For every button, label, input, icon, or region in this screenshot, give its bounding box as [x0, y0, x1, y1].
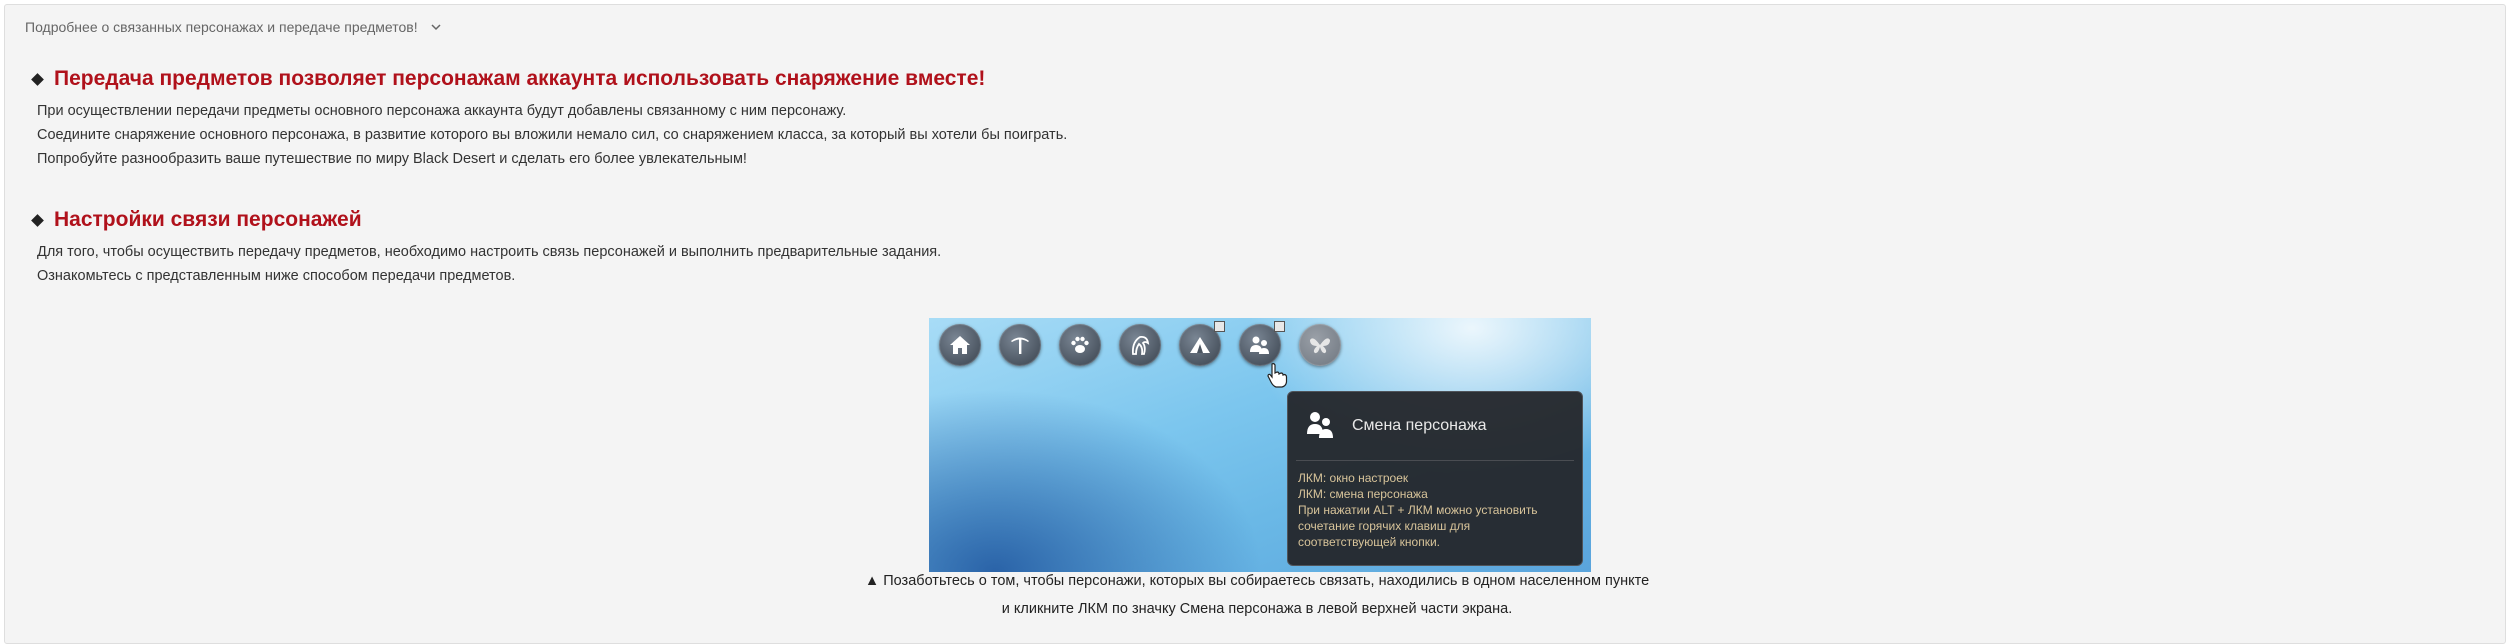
tooltip-line: сочетание горячих клавиш для [1298, 519, 1471, 533]
shortcut-badge [1274, 321, 1285, 332]
hand-cursor-icon [1267, 363, 1288, 388]
paw-icon [1059, 324, 1101, 366]
tooltip-character-swap: Смена персонажа ЛКМ: окно настроек ЛКМ: … [1287, 391, 1583, 566]
text-line: Для того, чтобы осуществить передачу пре… [37, 244, 942, 260]
text-line: Ознакомьтесь с представленным ниже спосо… [37, 268, 516, 284]
bullet-diamond-icon [31, 72, 44, 86]
character-swap-icon[interactable] [1239, 321, 1285, 366]
section-transfer-text: При осуществлении передачи предметы осно… [37, 99, 1067, 171]
bullet-diamond-icon [31, 213, 44, 227]
details-toggle-label: Подробнее о связанных персонажах и перед… [25, 19, 418, 35]
tooltip-body: ЛКМ: окно настроек ЛКМ: смена персонажа … [1298, 470, 1538, 550]
character-swap-icon [1307, 412, 1333, 438]
butterfly-icon [1299, 324, 1341, 366]
tooltip-line: ЛКМ: смена персонажа [1298, 487, 1428, 501]
section-title-transfer-text: Передача предметов позволяет персонажам … [54, 67, 986, 90]
section-link-text: Для того, чтобы осуществить передачу пре… [37, 240, 941, 288]
section-title-link: Настройки связи персонажей [29, 208, 362, 232]
caption-line-1: ▲ Позаботьтесь о том, чтобы персонажи, к… [864, 573, 1650, 589]
tooltip-divider [1296, 460, 1574, 461]
tooltip-line: соответствующей кнопки. [1298, 535, 1440, 549]
tooltip-title: Смена персонажа [1352, 417, 1487, 434]
game-ui-screenshot: Смена персонажа ЛКМ: окно настроек ЛКМ: … [929, 318, 1591, 572]
text-line: При осуществлении передачи предметы осно… [37, 103, 847, 119]
pickaxe-icon [999, 324, 1041, 366]
caption-line-2: и кликните ЛКМ по значку Смена персонажа… [1001, 601, 1513, 617]
horse-icon [1119, 324, 1161, 366]
tooltip-line: При нажатии ALT + ЛКМ можно установить [1298, 503, 1538, 517]
camp-icon [1179, 321, 1225, 366]
house-icon [939, 324, 981, 366]
tooltip-line: ЛКМ: окно настроек [1298, 471, 1409, 485]
chevron-down-icon [431, 24, 441, 31]
info-panel: Подробнее о связанных персонажах и перед… [4, 4, 2506, 644]
section-title-link-text: Настройки связи персонажей [54, 208, 362, 231]
section-title-transfer: Передача предметов позволяет персонажам … [29, 67, 985, 91]
shortcut-badge [1214, 321, 1225, 332]
details-toggle[interactable]: Подробнее о связанных персонажах и перед… [25, 19, 442, 35]
text-line: Попробуйте разнообразить ваше путешестви… [37, 151, 747, 167]
text-line: Соедините снаряжение основного персонажа… [37, 127, 1068, 143]
